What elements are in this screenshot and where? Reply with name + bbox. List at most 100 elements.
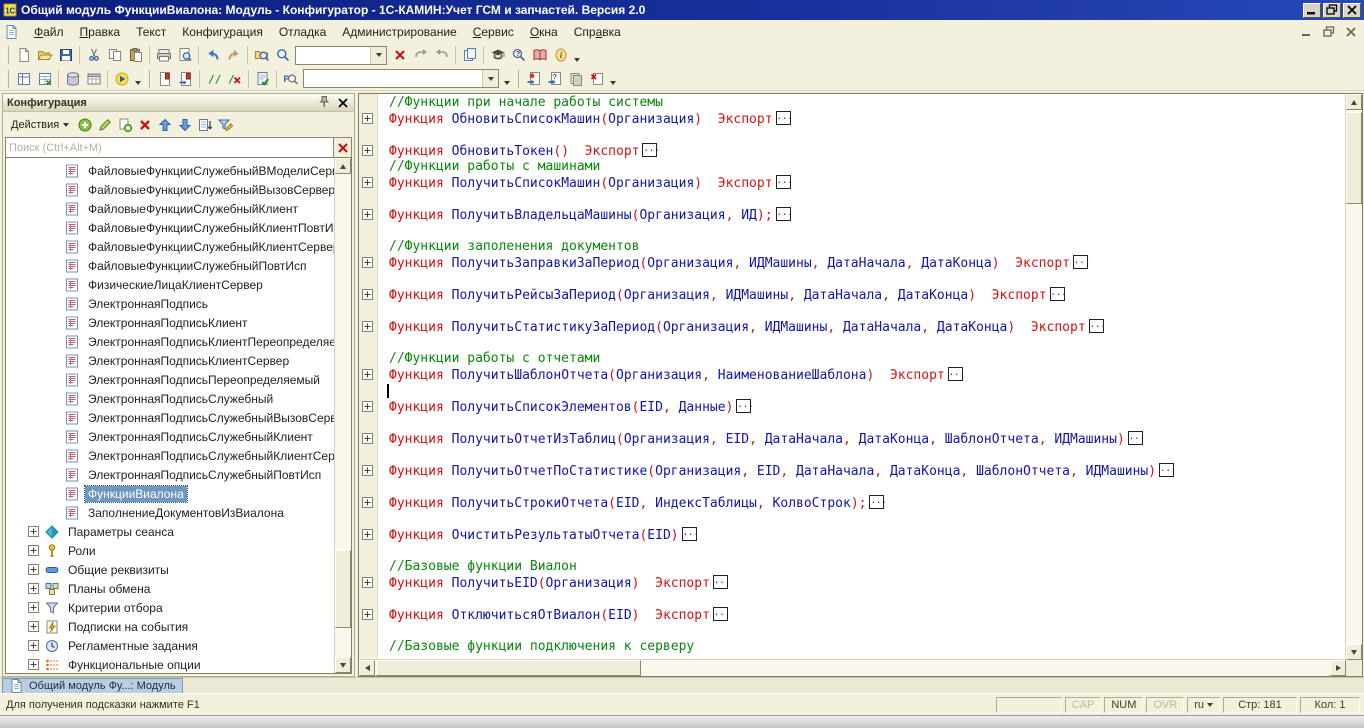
restore-button[interactable] bbox=[1323, 3, 1341, 18]
collapsed-code-button[interactable] bbox=[713, 607, 728, 621]
code-line[interactable]: Функция ПолучитьСписокМашин(Организация)… bbox=[359, 175, 1346, 191]
save-button[interactable] bbox=[55, 45, 76, 66]
syntax-check-button[interactable] bbox=[252, 68, 273, 89]
collapsed-code-button[interactable] bbox=[776, 207, 791, 221]
copy-pages-button[interactable] bbox=[459, 45, 480, 66]
undo-button[interactable] bbox=[202, 45, 223, 66]
code-line[interactable]: Функция ОбновитьСписокМашин(Организация)… bbox=[359, 111, 1346, 127]
editor-scroll-left-button[interactable] bbox=[359, 660, 375, 676]
expand-plus-icon[interactable] bbox=[28, 545, 39, 556]
add-copy-button[interactable] bbox=[116, 116, 134, 134]
related-documents-button[interactable] bbox=[565, 68, 586, 89]
code-line[interactable] bbox=[359, 303, 1346, 319]
close-button[interactable] bbox=[1343, 3, 1361, 18]
collapsed-code-button[interactable] bbox=[682, 527, 697, 541]
move-down-button[interactable] bbox=[176, 116, 194, 134]
menu-item-текст[interactable]: Текст bbox=[128, 22, 174, 42]
minimize-button[interactable] bbox=[1303, 3, 1321, 18]
tree-item-common-module[interactable]: ФайловыеФункцииСлужебныйКлиентСервер bbox=[6, 237, 335, 256]
toolbar-overflow-button[interactable] bbox=[607, 68, 618, 89]
tree-item-common-module[interactable]: ЭлектроннаяПодписьКлиент bbox=[6, 313, 335, 332]
code-line[interactable] bbox=[359, 479, 1346, 495]
editor-hscroll-thumb[interactable] bbox=[376, 660, 641, 676]
edit-button[interactable] bbox=[96, 116, 114, 134]
syntax-assistant-button[interactable] bbox=[487, 45, 508, 66]
code-line[interactable]: Функция ПолучитьСтатистикуЗаПериод(Орган… bbox=[359, 319, 1346, 335]
fold-expand-icon[interactable] bbox=[362, 497, 373, 508]
code-line[interactable]: //Базовые функции Виалон bbox=[359, 559, 1346, 575]
code-line[interactable]: Функция ПолучитьСтрокиОтчета(EID, Индекс… bbox=[359, 495, 1346, 511]
fold-expand-icon[interactable] bbox=[362, 113, 373, 124]
tree-item-common-module[interactable]: ФайловыеФункцииСлужебныйВызовСервера bbox=[6, 180, 335, 199]
code-line[interactable] bbox=[359, 511, 1346, 527]
fold-expand-icon[interactable] bbox=[362, 577, 373, 588]
pin-button[interactable] bbox=[318, 96, 332, 109]
menu-item-правка[interactable]: Правка bbox=[72, 22, 129, 42]
tree-group-item[interactable]: Функциональные опции bbox=[6, 655, 335, 674]
code-line[interactable] bbox=[359, 191, 1346, 207]
code-line[interactable]: Функция ПолучитьОтчетПоСтатистике(Органи… bbox=[359, 463, 1346, 479]
tree-item-common-module[interactable]: ЭлектроннаяПодписьСлужебныйКлиент bbox=[6, 427, 335, 446]
tree-item-common-module[interactable]: ЭлектроннаяПодписьСлужебныйВызовСервера bbox=[6, 408, 335, 427]
procedure-combo-input[interactable] bbox=[304, 73, 482, 85]
menu-item-файл[interactable]: Файл bbox=[26, 22, 72, 42]
new-document-button[interactable] bbox=[13, 45, 34, 66]
find-next-button[interactable] bbox=[410, 45, 431, 66]
code-line[interactable]: //Функции при начале работы системы bbox=[359, 95, 1346, 111]
collapsed-code-button[interactable] bbox=[869, 495, 884, 509]
panel-close-button[interactable] bbox=[336, 96, 350, 109]
code-area[interactable]: //Функции при начале работы системыФункц… bbox=[359, 95, 1346, 660]
tree-item-common-module[interactable]: ФайловыеФункцииСлужебныйКлиентПовтИсп bbox=[6, 218, 335, 237]
collapsed-code-button[interactable] bbox=[1050, 287, 1065, 301]
toolbar-overflow-button[interactable] bbox=[571, 45, 582, 66]
code-line[interactable]: Функция ПолучитьШаблонОтчета(Организация… bbox=[359, 367, 1346, 383]
cut-button[interactable] bbox=[83, 45, 104, 66]
tree-item-common-module[interactable]: ЭлектроннаяПодпись bbox=[6, 294, 335, 313]
menu-item-конфигурация[interactable]: Конфигурация bbox=[174, 22, 271, 42]
collapsed-code-button[interactable] bbox=[713, 575, 728, 589]
collapsed-code-button[interactable] bbox=[642, 143, 657, 157]
form-grid-button[interactable] bbox=[13, 68, 34, 89]
fold-expand-icon[interactable] bbox=[362, 529, 373, 540]
move-up-button[interactable] bbox=[156, 116, 174, 134]
search-combo-dropdown-button[interactable] bbox=[370, 47, 386, 64]
add-comment-button[interactable]: // bbox=[203, 68, 224, 89]
fold-expand-icon[interactable] bbox=[362, 257, 373, 268]
tree-item-common-module[interactable]: ФайловыеФункцииСлужебныйВМоделиСервиса bbox=[6, 161, 335, 180]
tree-group-item[interactable]: Подписки на события bbox=[6, 617, 335, 636]
tree-item-common-module[interactable]: ЭлектроннаяПодписьСлужебныйПовтИсп bbox=[6, 465, 335, 484]
code-line[interactable]: Функция ПолучитьОтчетИзТаблиц(Организаци… bbox=[359, 431, 1346, 447]
code-line[interactable] bbox=[359, 271, 1346, 287]
document-icon[interactable] bbox=[4, 24, 20, 40]
code-line[interactable]: Функция ПолучитьСписокЭлементов(EID, Дан… bbox=[359, 399, 1346, 415]
expand-plus-icon[interactable] bbox=[28, 564, 39, 575]
code-line[interactable]: Функция ОчиститьРезультатыОтчета(EID) bbox=[359, 527, 1346, 543]
toolbar-grip[interactable] bbox=[514, 70, 519, 88]
tree-scroll-down-button[interactable] bbox=[335, 657, 351, 673]
module-code-editor[interactable]: //Функции при начале работы системыФункц… bbox=[358, 93, 1363, 677]
toolbar-overflow-button[interactable] bbox=[132, 68, 143, 89]
table-document-button[interactable] bbox=[34, 68, 55, 89]
table-button[interactable] bbox=[83, 68, 104, 89]
clear-search-button[interactable] bbox=[389, 45, 410, 66]
code-line[interactable]: Функция ОбновитьТокен() Экспорт bbox=[359, 143, 1346, 159]
remove-comment-button[interactable]: / bbox=[224, 68, 245, 89]
code-line[interactable]: Функция ПолучитьВладельцаМашины(Организа… bbox=[359, 207, 1346, 223]
code-line[interactable] bbox=[359, 223, 1346, 239]
tree-item-common-module[interactable]: ЭлектроннаяПодписьСлужебный bbox=[6, 389, 335, 408]
collapsed-code-button[interactable] bbox=[1089, 319, 1104, 333]
sort-list-button[interactable] bbox=[196, 116, 214, 134]
tree-item-common-module[interactable]: ФайловыеФункцииСлужебныйПовтИсп bbox=[6, 256, 335, 275]
add-button[interactable] bbox=[76, 116, 94, 134]
tree-item-common-module[interactable]: ЗаполнениеДокументовИзВиалона bbox=[6, 503, 335, 522]
editor-horizontal-scrollbar[interactable] bbox=[359, 659, 1346, 676]
delete-button[interactable] bbox=[136, 116, 154, 134]
tree-item-common-module[interactable]: ЭлектроннаяПодписьКлиентСервер bbox=[6, 351, 335, 370]
find-button[interactable] bbox=[272, 45, 293, 66]
code-line[interactable] bbox=[359, 623, 1346, 639]
tree-group-item[interactable]: Общие реквизиты bbox=[6, 560, 335, 579]
fold-expand-icon[interactable] bbox=[362, 609, 373, 620]
tree-search-box[interactable] bbox=[5, 137, 334, 158]
tree-item-common-module[interactable]: ФайловыеФункцииСлужебныйКлиент bbox=[6, 199, 335, 218]
tree-group-item[interactable]: Планы обмена bbox=[6, 579, 335, 598]
